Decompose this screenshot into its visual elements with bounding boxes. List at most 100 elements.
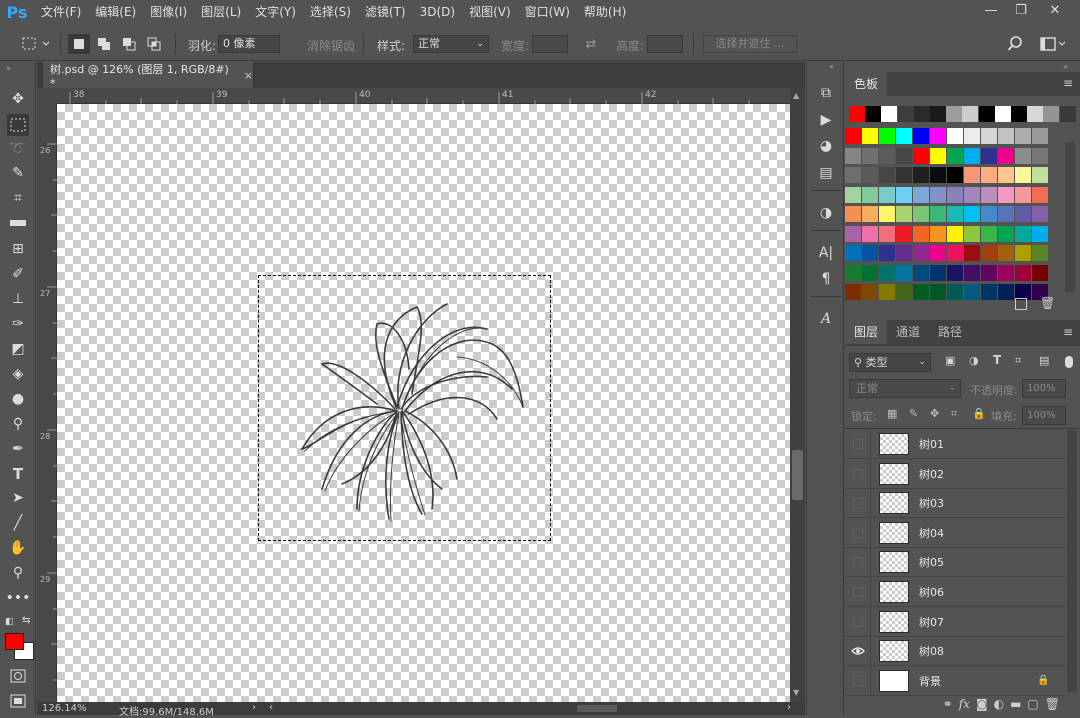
workspace-switcher[interactable] [1038,34,1070,54]
color-swatch[interactable] [930,245,946,261]
layer-visibility-toggle[interactable] [845,518,871,548]
color-swatch[interactable] [1015,264,1031,281]
height-input[interactable] [647,35,683,53]
color-swatch[interactable] [947,264,963,281]
color-swatch[interactable] [1032,245,1048,261]
recent-color-swatch[interactable] [1027,106,1044,122]
color-swatch[interactable] [998,147,1014,164]
color-swatch[interactable] [1015,206,1031,222]
recent-color-swatch[interactable] [1011,106,1027,122]
filter-toggle-switch[interactable] [1065,356,1073,368]
pen-tool[interactable]: ✒ [7,438,29,460]
color-swatch[interactable] [913,167,929,183]
color-swatch[interactable] [947,186,963,203]
color-swatch[interactable] [947,284,963,300]
foreground-color-swatch[interactable] [5,633,24,650]
color-swatch[interactable] [930,206,946,222]
layer-row[interactable]: 树03 [845,488,1065,519]
color-swatch[interactable] [998,206,1014,222]
color-swatch[interactable] [930,186,946,203]
color-swatch[interactable] [845,225,861,242]
filter-shape-icon[interactable]: ⌗ [1015,354,1021,368]
recent-color-swatch[interactable] [946,106,963,122]
color-swatch[interactable] [964,147,980,164]
color-swatch[interactable] [947,206,963,222]
color-swatch[interactable] [896,206,912,222]
color-swatch[interactable] [913,206,929,222]
ruler-origin[interactable] [37,88,57,104]
color-swatch[interactable] [879,225,895,242]
color-swatch[interactable] [964,225,980,242]
color-swatch[interactable] [981,206,997,222]
lock-artboard-icon[interactable]: ⌗ [951,407,957,421]
color-swatch[interactable] [896,147,912,164]
link-layers-icon[interactable]: ⚭ [943,697,953,711]
new-group-icon[interactable]: ▬ [1010,697,1021,711]
menu-type[interactable]: 文字(Y) [248,0,303,24]
close-tab-icon[interactable]: × [244,69,253,82]
feather-input[interactable]: 0 像素 [218,35,280,53]
panel-menu-icon[interactable]: ≡ [1063,325,1073,339]
layer-visibility-toggle[interactable] [845,459,871,489]
dodge-tool[interactable]: ⚲ [7,413,29,435]
color-swatch[interactable] [930,167,946,183]
move-tool[interactable]: ✥ [7,88,29,110]
layer-mask-icon[interactable]: ◙ [976,697,988,711]
layer-row[interactable]: 树06 [845,577,1065,607]
layer-filter-select[interactable]: ⚲ 类型 ⌄ [849,353,931,372]
select-and-mask-button[interactable]: 选择并遮住 ... [703,35,797,53]
color-swatch[interactable] [930,284,946,300]
menu-file[interactable]: 文件(F) [34,0,88,24]
color-swatch[interactable] [913,225,929,242]
color-swatch[interactable] [913,245,929,261]
vertical-scrollbar[interactable]: ▲ ▼ [790,88,805,702]
color-swatch[interactable] [845,245,861,261]
subtract-selection-button[interactable] [118,34,140,54]
tool-preset-picker[interactable] [20,34,54,54]
color-swatch[interactable] [998,284,1014,300]
color-swatch[interactable] [896,186,912,203]
recent-color-swatch[interactable] [1043,106,1060,122]
zoom-tool[interactable]: ⚲ [7,562,29,584]
trash-icon[interactable]: 🗑 [1040,296,1055,310]
color-swatch[interactable] [845,264,861,281]
menu-select[interactable]: 选择(S) [303,0,358,24]
color-panel-button[interactable]: ◕ [815,135,837,157]
color-swatch[interactable] [1015,245,1031,261]
vertical-ruler[interactable]: 26 27 28 29 [37,104,57,702]
color-swatch[interactable] [998,128,1014,144]
actions-panel-button[interactable]: ▶ [815,109,837,131]
tab-paths[interactable]: 路径 [929,320,971,344]
menu-help[interactable]: 帮助(H) [577,0,633,24]
color-swatch[interactable] [1032,186,1048,203]
color-swatch[interactable] [845,284,861,300]
fill-input[interactable]: 100% [1022,406,1066,425]
layer-visibility-toggle[interactable] [845,636,871,666]
color-swatch[interactable] [879,206,895,222]
color-swatch[interactable] [896,225,912,242]
color-swatch[interactable] [862,167,878,183]
color-swatch[interactable] [964,264,980,281]
recent-color-swatch[interactable] [849,106,865,122]
color-swatch[interactable] [896,264,912,281]
color-swatch[interactable] [913,284,929,300]
color-swatch[interactable] [930,264,946,281]
color-swatch[interactable] [998,264,1014,281]
color-swatch[interactable] [1015,128,1031,144]
color-swatch[interactable] [947,128,963,144]
color-swatch[interactable] [1015,186,1031,203]
healing-brush-tool[interactable]: ⊞ [7,238,29,260]
new-selection-button[interactable] [68,34,90,54]
color-swatch[interactable] [947,147,963,164]
layer-row[interactable]: 背景 🔒 [845,666,1065,696]
color-swatch[interactable] [845,186,861,203]
color-swatch[interactable] [845,147,861,164]
recent-color-swatch[interactable] [994,106,1011,122]
magic-wand-tool[interactable]: ✎ [7,162,29,184]
delete-layer-icon[interactable]: 🗑 [1045,697,1060,711]
horizontal-ruler[interactable]: 38 39 40 41 42 [57,88,790,104]
color-swatch[interactable] [862,264,878,281]
eraser-tool[interactable]: ◩ [7,338,29,360]
color-swatch[interactable] [1032,264,1048,281]
color-swatch[interactable] [1032,206,1048,222]
